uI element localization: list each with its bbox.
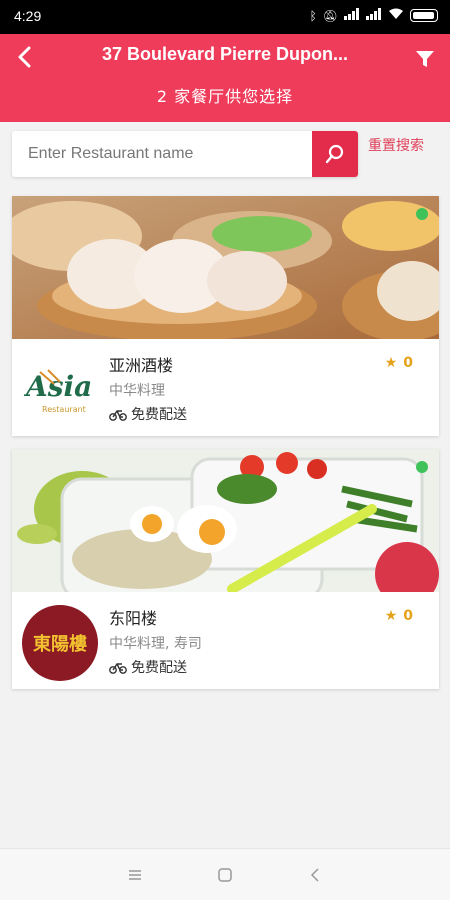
open-status-indicator bbox=[416, 461, 428, 473]
delivery-info: 免费配送 bbox=[109, 657, 187, 677]
star-icon: ★ bbox=[384, 355, 398, 371]
restaurant-cuisine: 中华料理 bbox=[109, 383, 165, 399]
restaurant-photo bbox=[12, 196, 439, 339]
page-title: 37 Boulevard Pierre Dupon... bbox=[101, 44, 349, 64]
menu-icon bbox=[129, 869, 141, 880]
search-icon bbox=[325, 144, 344, 164]
delivery-info: 免费配送 bbox=[109, 404, 187, 424]
svg-text:Asia: Asia bbox=[23, 370, 92, 403]
restaurant-logo: 東陽樓 bbox=[22, 605, 98, 681]
square-icon bbox=[218, 867, 232, 882]
system-nav-bar bbox=[0, 848, 450, 900]
status-time: 4:29 bbox=[14, 8, 42, 24]
delivery-label: 免费配送 bbox=[131, 407, 187, 423]
restaurant-count: 2 家餐厅供您选择 bbox=[156, 87, 294, 106]
restaurant-logo: Asia Restaurant bbox=[22, 352, 98, 428]
recent-apps-button[interactable] bbox=[115, 855, 155, 895]
bluetooth-icon: ᛒ bbox=[309, 8, 317, 23]
wifi-icon bbox=[388, 8, 404, 23]
restaurant-cuisine: 中华料理, 寿司 bbox=[109, 636, 202, 652]
rating-value: 0 bbox=[403, 608, 413, 624]
restaurant-name: 亚洲酒楼 bbox=[109, 356, 174, 375]
reset-search-link[interactable]: 重置搜索 bbox=[368, 135, 424, 155]
rating: ★ 0 bbox=[385, 355, 413, 371]
status-bar: 4:29 ᛒ 🔕︎ bbox=[0, 0, 450, 34]
back-button[interactable] bbox=[10, 42, 40, 72]
star-icon: ★ bbox=[384, 608, 398, 624]
home-button[interactable] bbox=[205, 855, 245, 895]
restaurant-card[interactable]: 東陽樓 东阳楼 中华料理, 寿司 免费配送 ★ 0 bbox=[12, 449, 439, 689]
bicycle-icon bbox=[109, 410, 127, 421]
svg-text:Restaurant: Restaurant bbox=[42, 405, 86, 414]
delivery-label: 免费配送 bbox=[131, 660, 187, 676]
triangle-back-icon bbox=[310, 867, 319, 882]
search-button[interactable] bbox=[312, 131, 358, 177]
header: 37 Boulevard Pierre Dupon... 2 家餐厅供您选择 bbox=[0, 34, 450, 122]
open-status-indicator bbox=[416, 208, 428, 220]
bicycle-icon bbox=[109, 663, 127, 674]
funnel-icon bbox=[416, 51, 434, 67]
filter-button[interactable] bbox=[410, 44, 440, 74]
restaurant-card[interactable]: Asia Restaurant 亚洲酒楼 中华料理 免费配送 ★ 0 bbox=[12, 196, 439, 436]
back-nav-button[interactable] bbox=[295, 855, 335, 895]
signal-icon-2 bbox=[366, 8, 382, 23]
chevron-left-icon bbox=[18, 46, 31, 68]
status-icons: ᛒ 🔕︎ bbox=[310, 8, 438, 23]
signal-icon bbox=[344, 8, 360, 23]
rating-value: 0 bbox=[403, 355, 413, 371]
search-bar bbox=[12, 131, 358, 177]
restaurant-photo bbox=[12, 449, 439, 592]
mute-icon: 🔕︎ bbox=[322, 8, 338, 23]
rating: ★ 0 bbox=[385, 608, 413, 624]
search-input[interactable] bbox=[12, 131, 312, 177]
battery-icon bbox=[410, 9, 438, 22]
restaurant-name: 东阳楼 bbox=[109, 609, 158, 628]
logo-text: 東陽樓 bbox=[33, 634, 87, 655]
